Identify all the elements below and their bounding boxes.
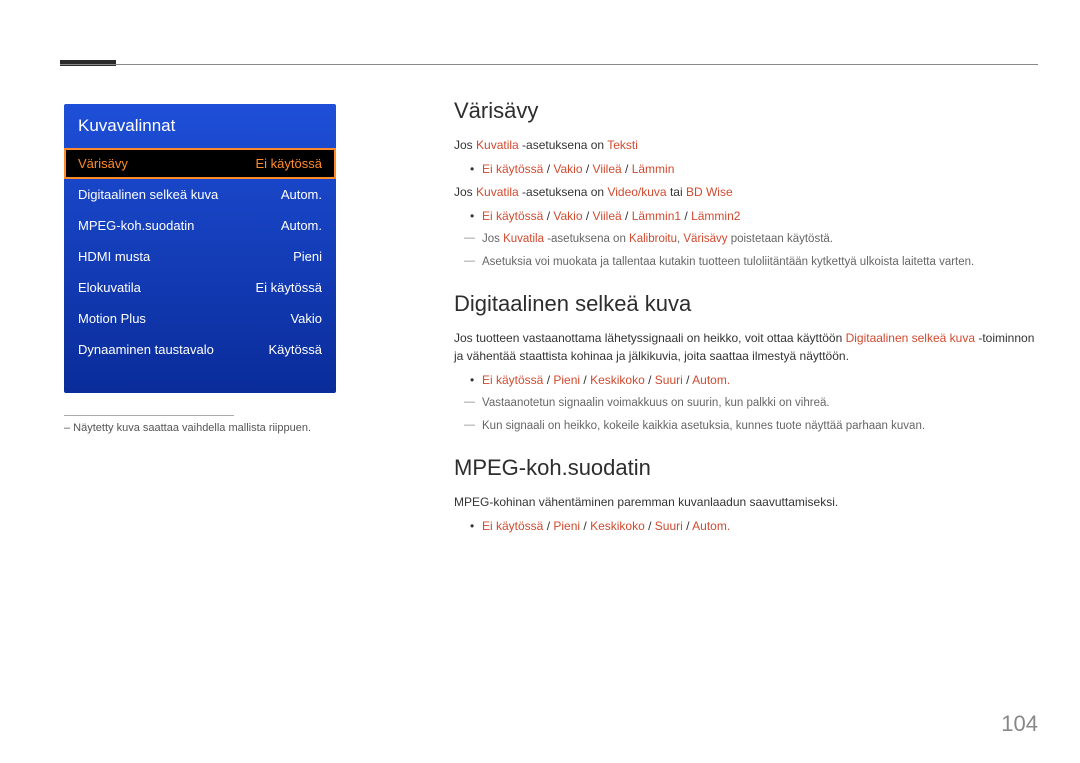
menu-panel: Kuvavalinnat Värisävy Ei käytössä Digita… — [64, 104, 336, 393]
menu-row-varisavy[interactable]: Värisävy Ei käytössä — [64, 148, 336, 179]
menu-row-label: Värisävy — [78, 156, 128, 171]
menu-row-digitaalinen[interactable]: Digitaalinen selkeä kuva Autom. — [64, 179, 336, 210]
left-column: Kuvavalinnat Värisävy Ei käytössä Digita… — [64, 104, 336, 434]
body-text: Jos Kuvatila -asetuksena on Video/kuva t… — [454, 183, 1038, 201]
menu-row-value: Käytössä — [269, 342, 322, 357]
menu-row-elokuvatila[interactable]: Elokuvatila Ei käytössä — [64, 272, 336, 303]
menu-row-label: Digitaalinen selkeä kuva — [78, 187, 218, 202]
menu-row-label: Motion Plus — [78, 311, 146, 326]
menu-row-value: Autom. — [281, 218, 322, 233]
menu-panel-padding — [64, 365, 336, 393]
bullet-item: Ei käytössä / Vakio / Viileä / Lämmin1 /… — [454, 207, 1038, 226]
menu-row-value: Vakio — [290, 311, 322, 326]
menu-row-dynaaminen[interactable]: Dynaaminen taustavalo Käytössä — [64, 334, 336, 365]
body-text: MPEG-kohinan vähentäminen paremman kuvan… — [454, 493, 1038, 511]
section-heading: MPEG-koh.suodatin — [454, 455, 1038, 481]
menu-row-motion-plus[interactable]: Motion Plus Vakio — [64, 303, 336, 334]
menu-row-mpeg[interactable]: MPEG-koh.suodatin Autom. — [64, 210, 336, 241]
menu-row-label: MPEG-koh.suodatin — [78, 218, 194, 233]
section-heading: Värisävy — [454, 98, 1038, 124]
menu-row-label: Elokuvatila — [78, 280, 141, 295]
bullet-item: Ei käytössä / Pieni / Keskikoko / Suuri … — [454, 517, 1038, 536]
menu-row-label: HDMI musta — [78, 249, 150, 264]
body-text: Jos tuotteen vastaanottama lähetyssignaa… — [454, 329, 1038, 365]
body-text: Jos Kuvatila -asetuksena on Teksti — [454, 136, 1038, 154]
header-accent-bar — [60, 60, 116, 66]
footnote-text: – Näytetty kuva saattaa vaihdella mallis… — [64, 422, 336, 434]
section-mpeg: MPEG-koh.suodatin MPEG-kohinan vähentämi… — [454, 455, 1038, 536]
note-line: Asetuksia voi muokata ja tallentaa kutak… — [454, 253, 1038, 271]
bullet-item: Ei käytössä / Vakio / Viileä / Lämmin — [454, 160, 1038, 179]
menu-row-value: Pieni — [293, 249, 322, 264]
section-digitaalinen: Digitaalinen selkeä kuva Jos tuotteen va… — [454, 291, 1038, 435]
page-number: 104 — [1001, 711, 1038, 737]
menu-row-value: Ei käytössä — [256, 156, 322, 171]
note-line: Kun signaali on heikko, kokeile kaikkia … — [454, 417, 1038, 435]
section-varisavy: Värisävy Jos Kuvatila -asetuksena on Tek… — [454, 98, 1038, 271]
bullet-item: Ei käytössä / Pieni / Keskikoko / Suuri … — [454, 371, 1038, 390]
header-rule — [60, 64, 1038, 65]
menu-row-value: Ei käytössä — [256, 280, 322, 295]
menu-row-value: Autom. — [281, 187, 322, 202]
menu-panel-title: Kuvavalinnat — [64, 104, 336, 148]
menu-row-hdmi[interactable]: HDMI musta Pieni — [64, 241, 336, 272]
footnote-rule — [64, 415, 234, 416]
section-heading: Digitaalinen selkeä kuva — [454, 291, 1038, 317]
menu-row-label: Dynaaminen taustavalo — [78, 342, 214, 357]
right-column: Värisävy Jos Kuvatila -asetuksena on Tek… — [454, 98, 1038, 540]
note-line: Vastaanotetun signaalin voimakkuus on su… — [454, 394, 1038, 412]
note-line: Jos Kuvatila -asetuksena on Kalibroitu, … — [454, 230, 1038, 248]
